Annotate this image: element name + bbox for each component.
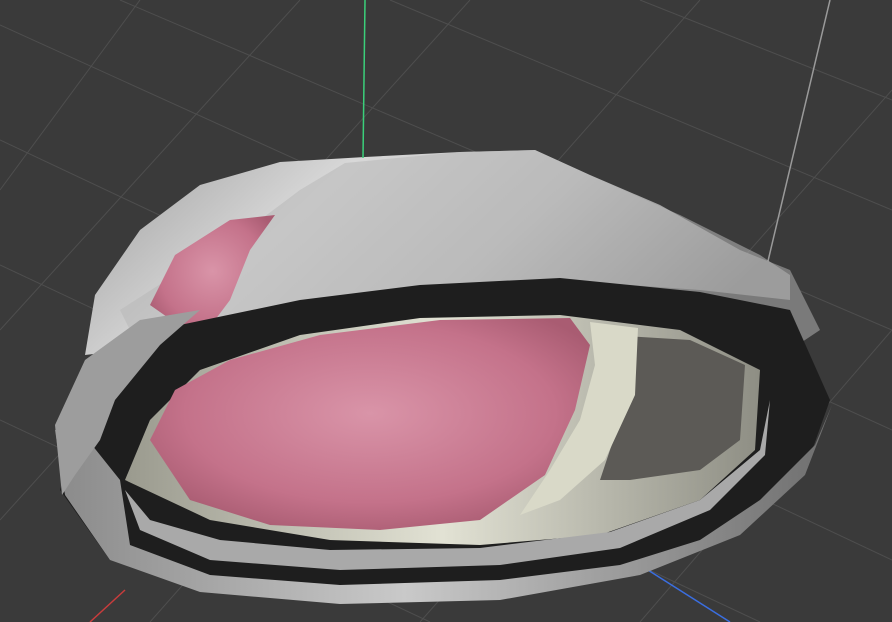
y-axis — [362, 0, 366, 159]
model-mesh[interactable] — [55, 150, 832, 604]
3d-viewport[interactable] — [0, 0, 892, 622]
scene-canvas[interactable] — [0, 0, 892, 622]
x-axis — [89, 589, 126, 622]
z-axis — [639, 564, 731, 622]
